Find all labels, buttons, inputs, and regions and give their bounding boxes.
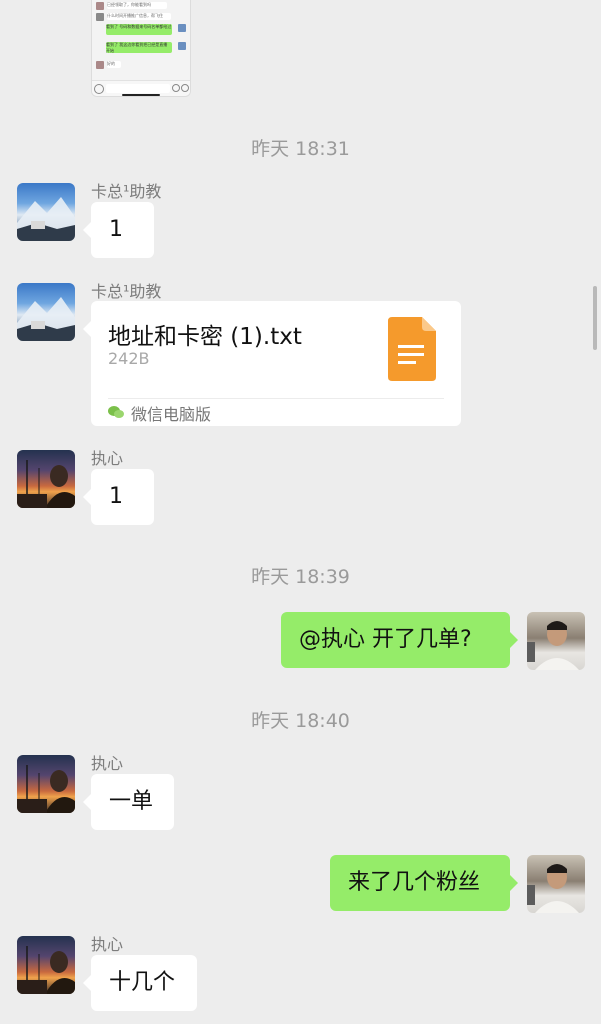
file-source: 微信电脑版 [131,405,212,424]
self-avatar-art [527,864,579,913]
sender-name: 卡总¹助教 [91,282,162,301]
sender-name: 执心 [91,754,124,773]
avatar[interactable] [17,283,75,341]
thumbnail-input-bar [92,80,190,96]
message-bubble[interactable]: 1 [83,202,154,258]
scrollbar[interactable] [593,286,597,350]
my-avatar[interactable] [527,612,585,670]
avatar[interactable] [17,936,75,994]
thumbnail-avatar [178,24,186,32]
sunset-avatar-art [17,460,75,508]
sunset-avatar-art [17,946,75,994]
thumbnail-line: 好的 [107,61,121,68]
divider [108,398,444,399]
home-indicator [122,94,160,96]
message-bubble[interactable]: 1 [83,469,154,525]
mountain-avatar-art [17,297,75,341]
timestamp: 昨天 18:39 [251,566,350,588]
wechat-icon [108,404,124,418]
message-bubble-outgoing[interactable]: @执心 开了几单? [281,612,518,668]
timestamp: 昨天 18:31 [251,138,350,160]
avatar[interactable] [17,450,75,508]
message-bubble[interactable]: 一单 [83,774,174,830]
mountain-avatar-art [17,197,75,241]
thumbnail-line: 什么时间开播推广信息，帮飞住 [107,13,171,20]
message-bubble[interactable]: 十几个 [83,955,197,1011]
avatar[interactable] [17,183,75,241]
sender-name: 执心 [91,449,124,468]
thumbnail-line: 看到了 我这边你看到把已经是直播 开始 [106,42,172,53]
my-avatar[interactable] [527,855,585,913]
plus-icon [181,84,189,92]
message-bubble-outgoing[interactable]: 来了几个粉丝 [330,855,518,911]
voice-icon [94,84,104,94]
file-size: 242B [108,349,150,368]
file-name: 地址和卡密 (1).txt [108,324,302,350]
sender-name: 执心 [91,935,124,954]
emoji-icon [172,84,180,92]
thumbnail-line: 已经领取了，你能看到吗 [107,2,167,9]
thumbnail-input [106,84,170,93]
document-file-icon [388,317,436,385]
sunset-avatar-art [17,765,75,813]
self-avatar-art [527,621,579,670]
thumbnail-avatar [96,61,104,69]
thumbnail-avatar [96,2,104,10]
thumbnail-line: 看到了 号码和数据来号码名单都给过 [106,24,172,35]
sender-name: 卡总¹助教 [91,182,162,201]
chat-screenshot-thumbnail[interactable]: 已经领取了，你能看到吗 什么时间开播推广信息，帮飞住 看到了 号码和数据来号码名… [91,0,191,97]
timestamp: 昨天 18:40 [251,710,350,732]
file-message-card[interactable]: 地址和卡密 (1).txt 242B 微信电脑版 [83,301,461,426]
avatar[interactable] [17,755,75,813]
thumbnail-avatar [178,42,186,50]
thumbnail-avatar [96,13,104,21]
